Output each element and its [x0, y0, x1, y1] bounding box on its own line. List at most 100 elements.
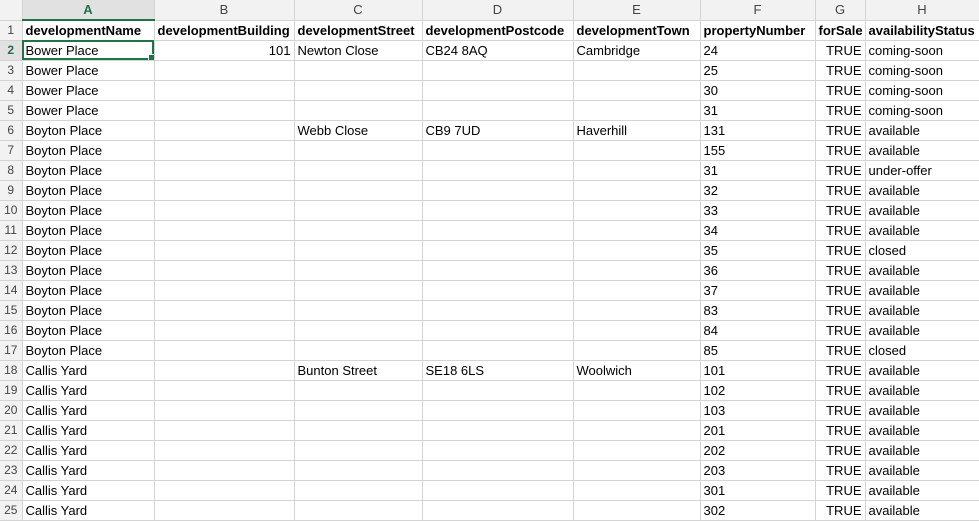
cell-g10[interactable]: TRUE — [815, 200, 866, 221]
cell-c1[interactable]: developmentStreet — [294, 20, 423, 41]
cell-a25[interactable]: Callis Yard — [22, 500, 155, 521]
cell-a9[interactable]: Boyton Place — [22, 180, 155, 201]
cell-c8[interactable] — [294, 160, 423, 181]
cell-a12[interactable]: Boyton Place — [22, 240, 155, 261]
cell-b17[interactable] — [154, 340, 295, 361]
cell-a11[interactable]: Boyton Place — [22, 220, 155, 241]
cell-e2[interactable]: Cambridge — [573, 40, 701, 61]
cell-c17[interactable] — [294, 340, 423, 361]
cell-h18[interactable]: available — [865, 360, 979, 381]
cell-b9[interactable] — [154, 180, 295, 201]
column-header-h[interactable]: H — [865, 0, 979, 21]
row-header[interactable]: 8 — [0, 160, 23, 181]
select-all-corner[interactable] — [0, 0, 23, 21]
cell-c7[interactable] — [294, 140, 423, 161]
cell-e22[interactable] — [573, 440, 701, 461]
cell-c2[interactable]: Newton Close — [294, 40, 423, 61]
cell-d21[interactable] — [422, 420, 574, 441]
cell-c16[interactable] — [294, 320, 423, 341]
row-header[interactable]: 13 — [0, 260, 23, 281]
cell-h24[interactable]: available — [865, 480, 979, 501]
cell-d22[interactable] — [422, 440, 574, 461]
cell-g7[interactable]: TRUE — [815, 140, 866, 161]
cell-b21[interactable] — [154, 420, 295, 441]
column-header-g[interactable]: G — [815, 0, 866, 21]
cell-f1[interactable]: propertyNumber — [700, 20, 816, 41]
cell-f12[interactable]: 35 — [700, 240, 816, 261]
cell-c20[interactable] — [294, 400, 423, 421]
cell-b11[interactable] — [154, 220, 295, 241]
cell-e20[interactable] — [573, 400, 701, 421]
cell-e10[interactable] — [573, 200, 701, 221]
cell-g22[interactable]: TRUE — [815, 440, 866, 461]
cell-f8[interactable]: 31 — [700, 160, 816, 181]
row-header[interactable]: 4 — [0, 80, 23, 101]
cell-h14[interactable]: available — [865, 280, 979, 301]
cell-f17[interactable]: 85 — [700, 340, 816, 361]
cell-d18[interactable]: SE18 6LS — [422, 360, 574, 381]
cell-c3[interactable] — [294, 60, 423, 81]
cell-d19[interactable] — [422, 380, 574, 401]
cell-d5[interactable] — [422, 100, 574, 121]
cell-f4[interactable]: 30 — [700, 80, 816, 101]
cell-f2[interactable]: 24 — [700, 40, 816, 61]
cell-c23[interactable] — [294, 460, 423, 481]
cell-g14[interactable]: TRUE — [815, 280, 866, 301]
cell-g24[interactable]: TRUE — [815, 480, 866, 501]
cell-d23[interactable] — [422, 460, 574, 481]
cell-e24[interactable] — [573, 480, 701, 501]
cell-f7[interactable]: 155 — [700, 140, 816, 161]
cell-h4[interactable]: coming-soon — [865, 80, 979, 101]
cell-e7[interactable] — [573, 140, 701, 161]
cell-e9[interactable] — [573, 180, 701, 201]
row-header[interactable]: 6 — [0, 120, 23, 141]
cell-e6[interactable]: Haverhill — [573, 120, 701, 141]
cell-g15[interactable]: TRUE — [815, 300, 866, 321]
row-header[interactable]: 21 — [0, 420, 23, 441]
cell-g13[interactable]: TRUE — [815, 260, 866, 281]
cell-c5[interactable] — [294, 100, 423, 121]
cell-b12[interactable] — [154, 240, 295, 261]
cell-d11[interactable] — [422, 220, 574, 241]
cell-d24[interactable] — [422, 480, 574, 501]
row-header[interactable]: 7 — [0, 140, 23, 161]
row-header[interactable]: 20 — [0, 400, 23, 421]
cell-d25[interactable] — [422, 500, 574, 521]
cell-e25[interactable] — [573, 500, 701, 521]
row-header[interactable]: 2 — [0, 40, 23, 61]
cell-e15[interactable] — [573, 300, 701, 321]
cell-a21[interactable]: Callis Yard — [22, 420, 155, 441]
cell-b24[interactable] — [154, 480, 295, 501]
cell-b14[interactable] — [154, 280, 295, 301]
cell-d9[interactable] — [422, 180, 574, 201]
cell-f6[interactable]: 131 — [700, 120, 816, 141]
cell-d8[interactable] — [422, 160, 574, 181]
cell-d7[interactable] — [422, 140, 574, 161]
cell-d12[interactable] — [422, 240, 574, 261]
cell-a8[interactable]: Boyton Place — [22, 160, 155, 181]
cell-f19[interactable]: 102 — [700, 380, 816, 401]
cell-b5[interactable] — [154, 100, 295, 121]
cell-b16[interactable] — [154, 320, 295, 341]
cell-g9[interactable]: TRUE — [815, 180, 866, 201]
cell-h15[interactable]: available — [865, 300, 979, 321]
cell-h17[interactable]: closed — [865, 340, 979, 361]
cell-h20[interactable]: available — [865, 400, 979, 421]
cell-b19[interactable] — [154, 380, 295, 401]
column-header-e[interactable]: E — [573, 0, 701, 21]
cell-c18[interactable]: Bunton Street — [294, 360, 423, 381]
row-header[interactable]: 16 — [0, 320, 23, 341]
cell-f20[interactable]: 103 — [700, 400, 816, 421]
cell-e21[interactable] — [573, 420, 701, 441]
row-header[interactable]: 18 — [0, 360, 23, 381]
cell-g6[interactable]: TRUE — [815, 120, 866, 141]
cell-b8[interactable] — [154, 160, 295, 181]
column-header-f[interactable]: F — [700, 0, 816, 21]
cell-a10[interactable]: Boyton Place — [22, 200, 155, 221]
cell-e23[interactable] — [573, 460, 701, 481]
cell-g23[interactable]: TRUE — [815, 460, 866, 481]
cell-a14[interactable]: Boyton Place — [22, 280, 155, 301]
cell-e8[interactable] — [573, 160, 701, 181]
cell-e13[interactable] — [573, 260, 701, 281]
row-header[interactable]: 1 — [0, 20, 23, 41]
